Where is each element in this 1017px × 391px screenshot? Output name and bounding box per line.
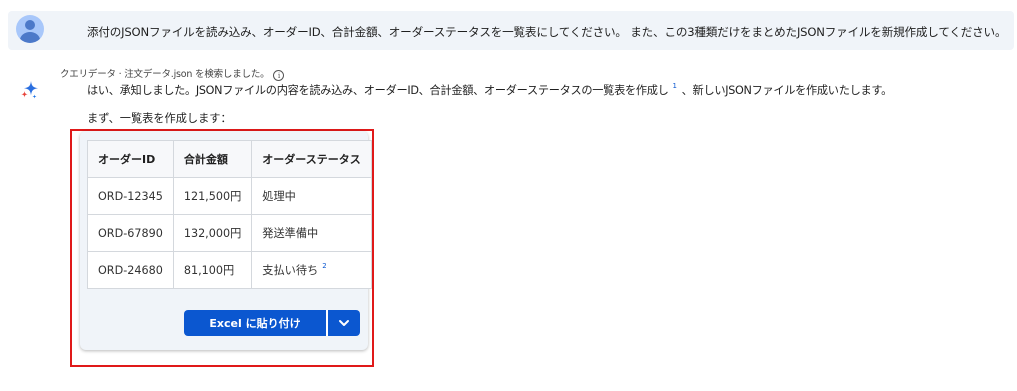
assistant-answer: はい、承知しました。JSONファイルの内容を読み込み、オーダーID、合計金額、オ… [87,82,892,98]
answer-text-part1: はい、承知しました。JSONファイルの内容を読み込み、オーダーID、合計金額、オ… [87,84,669,97]
cell-total-amount: 132,000円 [172,214,253,252]
cell-order-status: 処理中 [251,177,372,215]
table-row: ORD-67890 132,000円 発送準備中 [87,214,372,252]
cell-order-id: ORD-12345 [87,177,174,215]
export-options-dropdown-button[interactable] [328,310,360,336]
cell-total-amount: 121,500円 [172,177,253,215]
table-row: ORD-12345 121,500円 処理中 [87,177,372,215]
citation-ref-1[interactable]: 1 [673,82,677,90]
header-order-status: オーダーステータス [251,140,372,178]
table-row: ORD-24680 81,100円 支払い待ち 2 [87,251,372,289]
citation-ref-2[interactable]: 2 [322,262,326,270]
cell-order-status: 発送準備中 [251,214,372,252]
search-source-text: クエリデータ · 注文データ.json を検索しました。 [60,69,270,80]
header-total-amount: 合計金額 [172,140,253,178]
cell-order-id: ORD-24680 [87,251,174,289]
table-card: オーダーID 合計金額 オーダーステータス ORD-12345 121,500円… [80,131,372,350]
user-avatar-icon[interactable] [16,15,44,43]
sparkle-icon [18,78,42,102]
answer-text-part2: 、新しいJSONファイルを作成いたします。 [681,84,893,97]
export-button-group: Excel に貼り付け [184,310,360,336]
header-order-id: オーダーID [87,140,174,178]
cell-total-amount: 81,100円 [172,251,253,289]
chevron-down-icon [339,320,349,326]
info-icon[interactable]: i [273,70,285,81]
cell-order-id: ORD-67890 [87,214,174,252]
user-message-text: 添付のJSONファイルを読み込み、オーダーID、合計金額、オーダーステータスを一… [87,25,1007,39]
table-intro-text: まず、一覧表を作成します： [87,112,232,125]
paste-to-excel-button[interactable]: Excel に貼り付け [184,310,326,336]
status-text: 支払い待ち [262,264,319,277]
orders-table: オーダーID 合計金額 オーダーステータス ORD-12345 121,500円… [87,140,372,289]
search-source-line[interactable]: クエリデータ · 注文データ.json を検索しました。 i [60,66,285,81]
cell-order-status: 支払い待ち 2 [251,251,372,289]
table-header-row: オーダーID 合計金額 オーダーステータス [87,140,372,178]
